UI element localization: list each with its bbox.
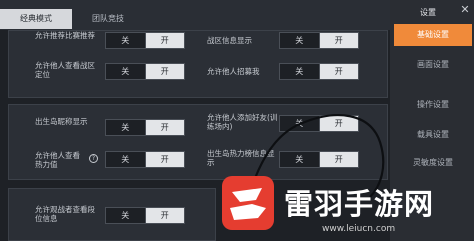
watermark-url: www.leiucn.com (322, 224, 396, 234)
toggle-off[interactable]: 关 (106, 120, 146, 135)
sidebar-item-basic[interactable]: 基础设置 (394, 24, 472, 46)
settings-title: 设置 (420, 8, 436, 17)
toggle-on[interactable]: 开 (145, 64, 184, 79)
mode-tab-bar: 经典模式 团队竞技 (0, 0, 390, 30)
toggle-off[interactable]: 关 (106, 33, 146, 48)
row-label: 允许观战者查看段位信息 (35, 205, 95, 223)
row-label: 出生岛昵称显示 (35, 117, 88, 126)
tab-team-deathmatch[interactable]: 团队竞技 (74, 9, 142, 29)
tab-classic-mode[interactable]: 经典模式 (0, 9, 72, 29)
sidebar-item-sensitivity[interactable]: 灵敏度设置 (394, 152, 472, 174)
sidebar-item-vehicle[interactable]: 载具设置 (394, 124, 472, 146)
question-circle-icon[interactable]: ? (89, 154, 98, 163)
toggle-heat-value[interactable]: 关 开 (105, 151, 185, 168)
row-label: 允许推荐比赛推荐 (35, 31, 95, 40)
toggle-zone-location[interactable]: 关 开 (105, 63, 185, 80)
toggle-on[interactable]: 开 (145, 120, 184, 135)
sidebar-item-controls[interactable]: 操作设置 (394, 94, 472, 116)
toggle-recruit[interactable]: 关 开 (279, 63, 359, 80)
toggle-on[interactable]: 开 (145, 152, 184, 167)
toggle-on[interactable]: 开 (145, 33, 184, 48)
toggle-nickname-display[interactable]: 关 开 (105, 119, 185, 136)
toggle-off[interactable]: 关 (106, 208, 146, 223)
toggle-zone-info[interactable]: 关 开 (279, 32, 359, 49)
toggle-on[interactable]: 开 (319, 33, 358, 48)
toggle-on[interactable]: 开 (145, 208, 184, 223)
close-icon[interactable]: ✕ (456, 0, 474, 20)
toggle-off[interactable]: 关 (106, 64, 146, 79)
row-label: 允许他人查看热力值 (35, 151, 80, 169)
toggle-spectator-rank[interactable]: 关 开 (105, 207, 185, 224)
panel-spectator-settings: 允许观战者查看段位信息 关 开 (8, 188, 216, 241)
toggle-off[interactable]: 关 (280, 33, 320, 48)
sidebar-item-graphics[interactable]: 画面设置 (394, 54, 472, 76)
toggle-off[interactable]: 关 (106, 152, 146, 167)
toggle-recommend[interactable]: 关 开 (105, 32, 185, 49)
watermark-logo-icon (222, 176, 274, 230)
panel-social-settings: 允许推荐比赛推荐 关 开 战区信息显示 关 开 允许他人查看战区定位 关 开 允… (8, 30, 388, 98)
row-label: 战区信息显示 (207, 36, 252, 45)
toggle-on[interactable]: 开 (319, 64, 358, 79)
row-label: 允许他人查看战区定位 (35, 61, 95, 79)
toggle-off[interactable]: 关 (280, 64, 320, 79)
row-label: 允许他人招募我 (207, 67, 260, 76)
watermark-name: 雷羽手游网 (284, 187, 435, 221)
